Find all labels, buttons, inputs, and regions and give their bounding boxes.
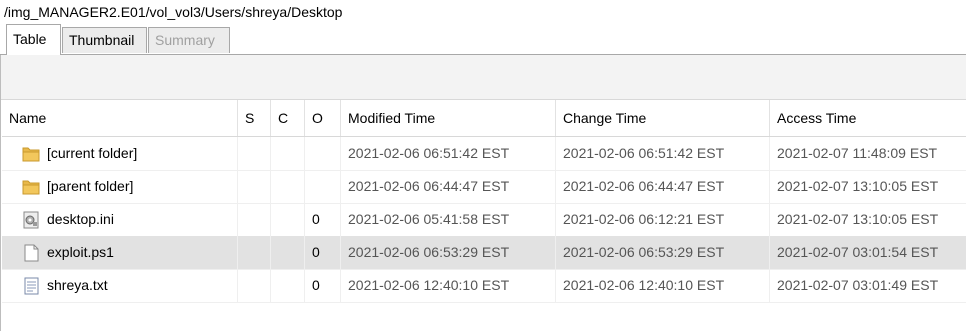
table-row[interactable]: desktop.ini 0 2021-02-06 05:41:58 EST 2021-… (2, 203, 966, 237)
o-cell: 0 (305, 203, 341, 236)
table-header: Name S C O Modified Time Change Time Acc… (2, 100, 966, 137)
name-cell: [parent folder] (2, 170, 238, 203)
o-cell: 0 (305, 269, 341, 302)
file-name: [parent folder] (47, 178, 134, 194)
column-header-access-time[interactable]: Access Time (770, 100, 966, 136)
modified-time-cell: 2021-02-06 06:44:47 EST (341, 170, 556, 203)
s-cell (238, 269, 271, 302)
name-cell: shreya.txt (2, 269, 238, 302)
s-cell (238, 137, 271, 170)
tab-thumbnail[interactable]: Thumbnail (62, 27, 147, 53)
change-time-cell: 2021-02-06 06:44:47 EST (556, 170, 770, 203)
o-cell (305, 137, 341, 170)
modified-time-cell: 2021-02-06 12:40:10 EST (341, 269, 556, 302)
s-cell (238, 203, 271, 236)
file-name: shreya.txt (47, 277, 108, 293)
table-row[interactable]: [parent folder] 2021-02-06 06:44:47 EST 20… (2, 170, 966, 204)
modified-time-cell: 2021-02-06 05:41:58 EST (341, 203, 556, 236)
column-header-modified-time[interactable]: Modified Time (341, 100, 556, 136)
change-time-cell: 2021-02-06 12:40:10 EST (556, 269, 770, 302)
settings-file-icon (21, 209, 41, 229)
file-name: desktop.ini (47, 211, 114, 227)
view-tab-bar: Table Thumbnail Summary (0, 24, 966, 55)
s-cell (238, 236, 271, 269)
modified-time-cell: 2021-02-06 06:51:42 EST (341, 137, 556, 170)
change-time-cell: 2021-02-06 06:12:21 EST (556, 203, 770, 236)
column-header-change-time[interactable]: Change Time (556, 100, 770, 136)
blank-file-icon (21, 242, 41, 262)
access-time-cell: 2021-02-07 13:10:05 EST (777, 178, 939, 194)
toolbar-area (0, 55, 966, 100)
column-header-c[interactable]: C (271, 100, 305, 136)
modified-time-cell: 2021-02-06 06:53:29 EST (341, 236, 556, 269)
file-name: exploit.ps1 (47, 244, 114, 260)
folder-icon (21, 143, 41, 163)
c-cell (271, 203, 305, 236)
column-header-s[interactable]: S (238, 100, 271, 136)
o-cell (305, 170, 341, 203)
o-cell: 0 (305, 236, 341, 269)
folder-icon (21, 176, 41, 196)
access-time-cell: 2021-02-07 03:01:54 EST (777, 244, 939, 260)
name-cell: desktop.ini (2, 203, 238, 236)
access-time-cell: 2021-02-07 03:01:49 EST (777, 277, 939, 293)
c-cell (271, 137, 305, 170)
text-file-icon (21, 275, 41, 295)
tab-summary: Summary (148, 27, 230, 53)
table-row[interactable]: shreya.txt 0 2021-02-06 12:40:10 EST 2021-0… (2, 269, 966, 303)
table-row[interactable]: exploit.ps1 0 2021-02-06 06:53:29 EST 2021-… (2, 236, 966, 270)
panel-border (0, 55, 1, 331)
column-header-o[interactable]: O (305, 100, 341, 136)
c-cell (271, 170, 305, 203)
c-cell (271, 236, 305, 269)
c-cell (271, 269, 305, 302)
access-time-cell: 2021-02-07 11:48:09 EST (777, 145, 938, 161)
tab-table[interactable]: Table (6, 24, 61, 55)
path-breadcrumb: /img_MANAGER2.E01/vol_vol3/Users/shreya/… (4, 4, 343, 20)
name-cell: [current folder] (2, 137, 238, 170)
access-time-cell: 2021-02-07 13:10:05 EST (777, 211, 939, 227)
name-cell: exploit.ps1 (2, 236, 238, 269)
table-row[interactable]: [current folder] 2021-02-06 06:51:42 EST 2… (2, 137, 966, 171)
change-time-cell: 2021-02-06 06:53:29 EST (556, 236, 770, 269)
s-cell (238, 170, 271, 203)
column-header-name[interactable]: Name (2, 100, 238, 136)
file-name: [current folder] (47, 145, 138, 161)
change-time-cell: 2021-02-06 06:51:42 EST (556, 137, 770, 170)
